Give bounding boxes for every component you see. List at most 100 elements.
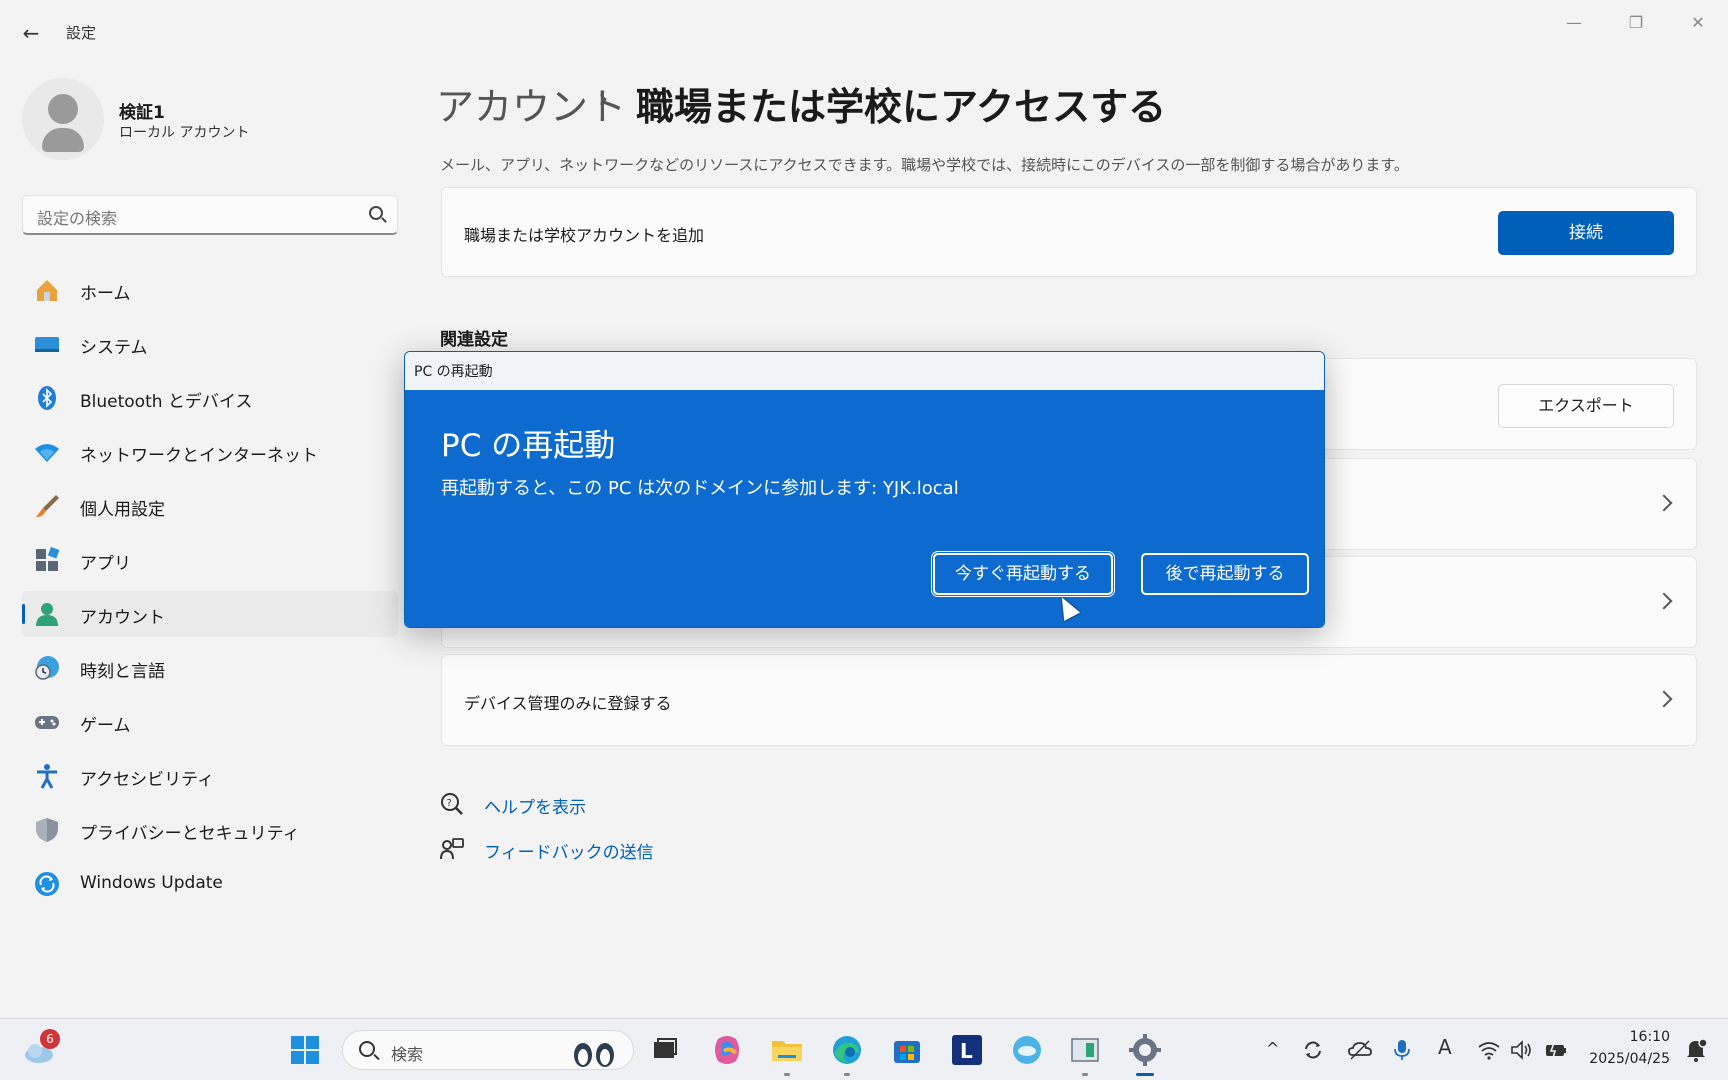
account-icon xyxy=(36,603,58,626)
running-indicator xyxy=(1082,1073,1088,1076)
copilot-icon[interactable] xyxy=(710,1033,744,1067)
sidebar-item-system[interactable]: システム xyxy=(22,321,398,367)
feedback-icon xyxy=(440,838,464,860)
sidebar-item-label: アクセシビリティ xyxy=(80,770,215,790)
avatar-head xyxy=(48,94,78,124)
sidebar-item-label: ホーム xyxy=(80,284,131,304)
selection-indicator xyxy=(22,604,25,624)
task-view-icon[interactable] xyxy=(648,1033,682,1067)
profile-account-type: ローカル アカウント xyxy=(119,125,250,141)
sidebar-item-label: 時刻と言語 xyxy=(80,662,165,682)
clock-time[interactable]: 16:10 xyxy=(1630,1029,1670,1045)
start-windows-icon[interactable] xyxy=(288,1033,322,1067)
brush-icon xyxy=(36,495,59,518)
active-indicator xyxy=(1136,1073,1154,1076)
sync-icon[interactable] xyxy=(1302,1039,1324,1061)
battery-icon[interactable] xyxy=(1544,1039,1568,1061)
feedback-link[interactable]: フィードバックの送信 xyxy=(484,838,654,863)
dialog-title-bar: PC の再起動 xyxy=(405,352,1324,390)
apps-icon xyxy=(36,547,60,571)
shield-icon xyxy=(36,818,58,842)
sidebar-item-label: 個人用設定 xyxy=(80,500,165,520)
search-placeholder: 設定の検索 xyxy=(37,209,118,228)
wifi-icon xyxy=(35,444,59,462)
onedrive-icon[interactable] xyxy=(1348,1039,1372,1061)
page-title: 職場または学校にアクセスする xyxy=(636,85,1167,129)
bluetooth-icon xyxy=(38,386,56,410)
system-icon xyxy=(35,337,59,352)
restart-later-button[interactable]: 後で再起動する xyxy=(1141,553,1309,595)
sidebar-item-accessibility[interactable]: アクセシビリティ xyxy=(22,753,398,799)
sidebar-item-label: Bluetooth とデバイス xyxy=(80,392,253,412)
sidebar-item-label: ゲーム xyxy=(80,716,131,736)
add-account-label: 職場または学校アカウントを追加 xyxy=(464,226,705,245)
taskbar-search-placeholder: 検索 xyxy=(391,1045,424,1064)
ime-indicator[interactable]: A xyxy=(1438,1035,1452,1059)
dialog-heading: PC の再起動 xyxy=(441,428,616,464)
export-button[interactable]: エクスポート xyxy=(1498,384,1674,428)
sidebar-item-personalization[interactable]: 個人用設定 xyxy=(22,483,398,529)
running-indicator xyxy=(844,1073,850,1076)
sidebar-item-time-language[interactable]: 時刻と言語 xyxy=(22,645,398,691)
sidebar-item-label: アプリ xyxy=(80,554,131,574)
edge-browser-icon[interactable] xyxy=(830,1033,864,1067)
back-arrow-icon[interactable]: ← xyxy=(18,20,44,46)
notification-badge: 6 xyxy=(40,1029,60,1049)
dialog-message: 再起動すると、この PC は次のドメインに参加します: YJK.local xyxy=(441,478,959,499)
restart-now-button[interactable]: 今すぐ再起動する xyxy=(933,553,1113,595)
sidebar-item-bluetooth[interactable]: Bluetooth とデバイス xyxy=(22,375,398,421)
sidebar-item-network[interactable]: ネットワークとインターネット xyxy=(22,429,398,475)
sidebar-item-windows-update[interactable]: Windows Update xyxy=(22,861,398,907)
taskbar-search-box[interactable]: 検索 xyxy=(342,1030,634,1070)
sidebar-item-label: ネットワークとインターネット xyxy=(80,446,318,466)
sidebar-item-gaming[interactable]: ゲーム xyxy=(22,699,398,745)
enroll-device-management-card[interactable]: デバイス管理のみに登録する xyxy=(441,654,1697,746)
app-title: 設定 xyxy=(66,24,97,42)
help-link[interactable]: ヘルプを表示 xyxy=(484,793,586,818)
breadcrumb-separator: › xyxy=(598,84,609,114)
gamepad-icon xyxy=(35,716,59,729)
notification-bell-icon[interactable] xyxy=(1684,1037,1708,1063)
microsoft-store-icon[interactable] xyxy=(890,1033,924,1067)
page-description: メール、アプリ、ネットワークなどのリソースにアクセスできます。職場や学校では、接… xyxy=(440,156,1409,174)
settings-search-input[interactable]: 設定の検索 xyxy=(22,195,398,235)
home-icon xyxy=(37,280,57,301)
tray-overflow-chevron-icon[interactable]: ^ xyxy=(1266,1039,1279,1058)
chevron-right-icon xyxy=(1655,494,1673,512)
accessibility-icon xyxy=(37,764,57,789)
taskbar: 6 検索 L ^ A 16:10 2025/04/25 xyxy=(0,1018,1728,1080)
close-icon[interactable]: ✕ xyxy=(1678,8,1718,38)
sidebar-item-privacy[interactable]: プライバシーとセキュリティ xyxy=(22,807,398,853)
chevron-right-icon xyxy=(1655,690,1673,708)
search-icon xyxy=(369,206,383,220)
related-settings-heading: 関連設定 xyxy=(440,330,508,350)
clock-date[interactable]: 2025/04/25 xyxy=(1589,1051,1670,1067)
search-highlight-penguins-icon xyxy=(574,1043,614,1067)
sidebar-item-label: Windows Update xyxy=(80,873,223,893)
sidebar-item-home[interactable]: ホーム xyxy=(22,267,398,313)
cloud-app-icon[interactable] xyxy=(1010,1033,1044,1067)
avatar[interactable] xyxy=(22,78,104,160)
volume-icon[interactable] xyxy=(1510,1039,1534,1061)
sidebar-item-label: アカウント xyxy=(80,608,165,628)
wifi-icon[interactable] xyxy=(1478,1039,1500,1061)
dialog-window-title: PC の再起動 xyxy=(414,364,493,380)
connect-button[interactable]: 接続 xyxy=(1498,211,1674,255)
sidebar-item-apps[interactable]: アプリ xyxy=(22,537,398,583)
l-app-icon[interactable]: L xyxy=(950,1033,984,1067)
chevron-right-icon xyxy=(1655,592,1673,610)
profile-name: 検証1 xyxy=(119,103,165,123)
time-language-icon xyxy=(35,656,59,680)
restore-icon[interactable]: ❐ xyxy=(1616,8,1656,38)
dialog-body: PC の再起動 再起動すると、この PC は次のドメインに参加します: YJK.… xyxy=(405,390,1324,627)
sidebar-item-accounts[interactable]: アカウント xyxy=(22,591,398,637)
minimize-icon[interactable]: — xyxy=(1554,8,1594,38)
settings-gear-icon[interactable] xyxy=(1128,1033,1162,1067)
microphone-icon[interactable] xyxy=(1394,1039,1410,1061)
svg-text:L: L xyxy=(960,1039,973,1063)
sidebar-item-label: システム xyxy=(80,338,148,358)
enroll-label: デバイス管理のみに登録する xyxy=(464,694,672,713)
app-window-icon[interactable] xyxy=(1068,1033,1102,1067)
file-explorer-icon[interactable] xyxy=(770,1033,804,1067)
svg-text:?: ? xyxy=(447,798,452,809)
